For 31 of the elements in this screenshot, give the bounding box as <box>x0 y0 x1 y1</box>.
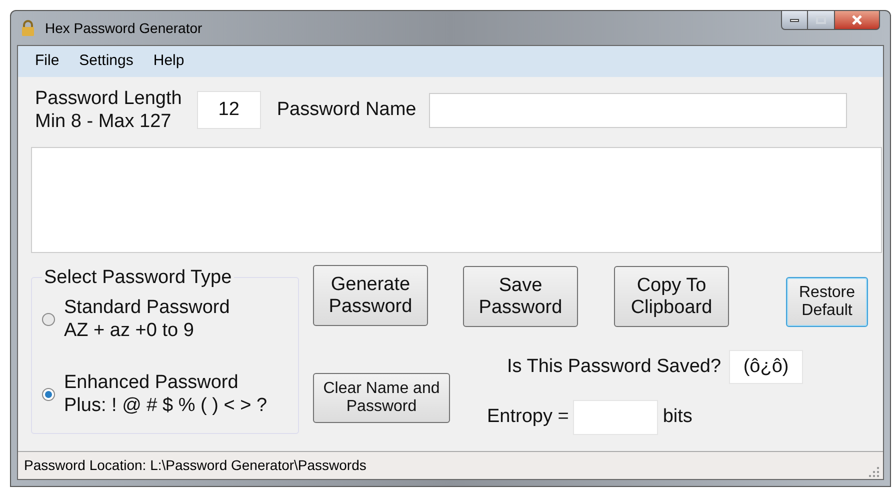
lock-icon <box>21 20 35 36</box>
button[interactable]: Copy To Clipboard <box>614 266 729 327</box>
radio-label: Plus: ! @ # $ % ( ) < > ? <box>64 394 268 417</box>
field-label: Min 8 - Max 127 <box>35 110 172 133</box>
close-icon <box>851 15 863 25</box>
unit-label: bits <box>662 405 692 430</box>
close-button[interactable] <box>834 10 880 30</box>
saved-label: Is This Password Saved? <box>507 354 722 379</box>
maximize-button[interactable] <box>808 10 834 30</box>
minimize-button[interactable] <box>781 10 808 30</box>
window-title: Hex Password Generator <box>45 18 202 38</box>
button[interactable]: Clear Name and Password <box>313 373 450 423</box>
name-field[interactable] <box>429 92 848 128</box>
menu-item[interactable]: Settings <box>79 50 134 73</box>
saved-field: (ô¿ô) <box>729 350 804 384</box>
radio-label: Standard Password <box>64 296 230 319</box>
radio-button[interactable] <box>42 388 55 400</box>
radio-button[interactable] <box>42 312 55 326</box>
menu-item[interactable]: File <box>35 50 60 73</box>
button[interactable]: Save Password <box>463 266 578 327</box>
length-field[interactable]: 12 <box>196 91 261 129</box>
button[interactable]: Generate Password <box>313 265 428 326</box>
status-text: Password Location: L:\Password Generator\Passwords <box>24 456 366 475</box>
button[interactable]: Restore Default <box>786 277 868 327</box>
resize-grip-icon <box>869 467 879 477</box>
radio-label: AZ + az +0 to 9 <box>64 319 195 342</box>
field-label: Password Name <box>276 98 416 122</box>
menu-item[interactable]: Help <box>153 50 184 73</box>
radio-label: Enhanced Password <box>64 371 240 394</box>
entropy-label: Entropy = <box>487 405 569 430</box>
field-label: Password Length <box>35 87 182 110</box>
